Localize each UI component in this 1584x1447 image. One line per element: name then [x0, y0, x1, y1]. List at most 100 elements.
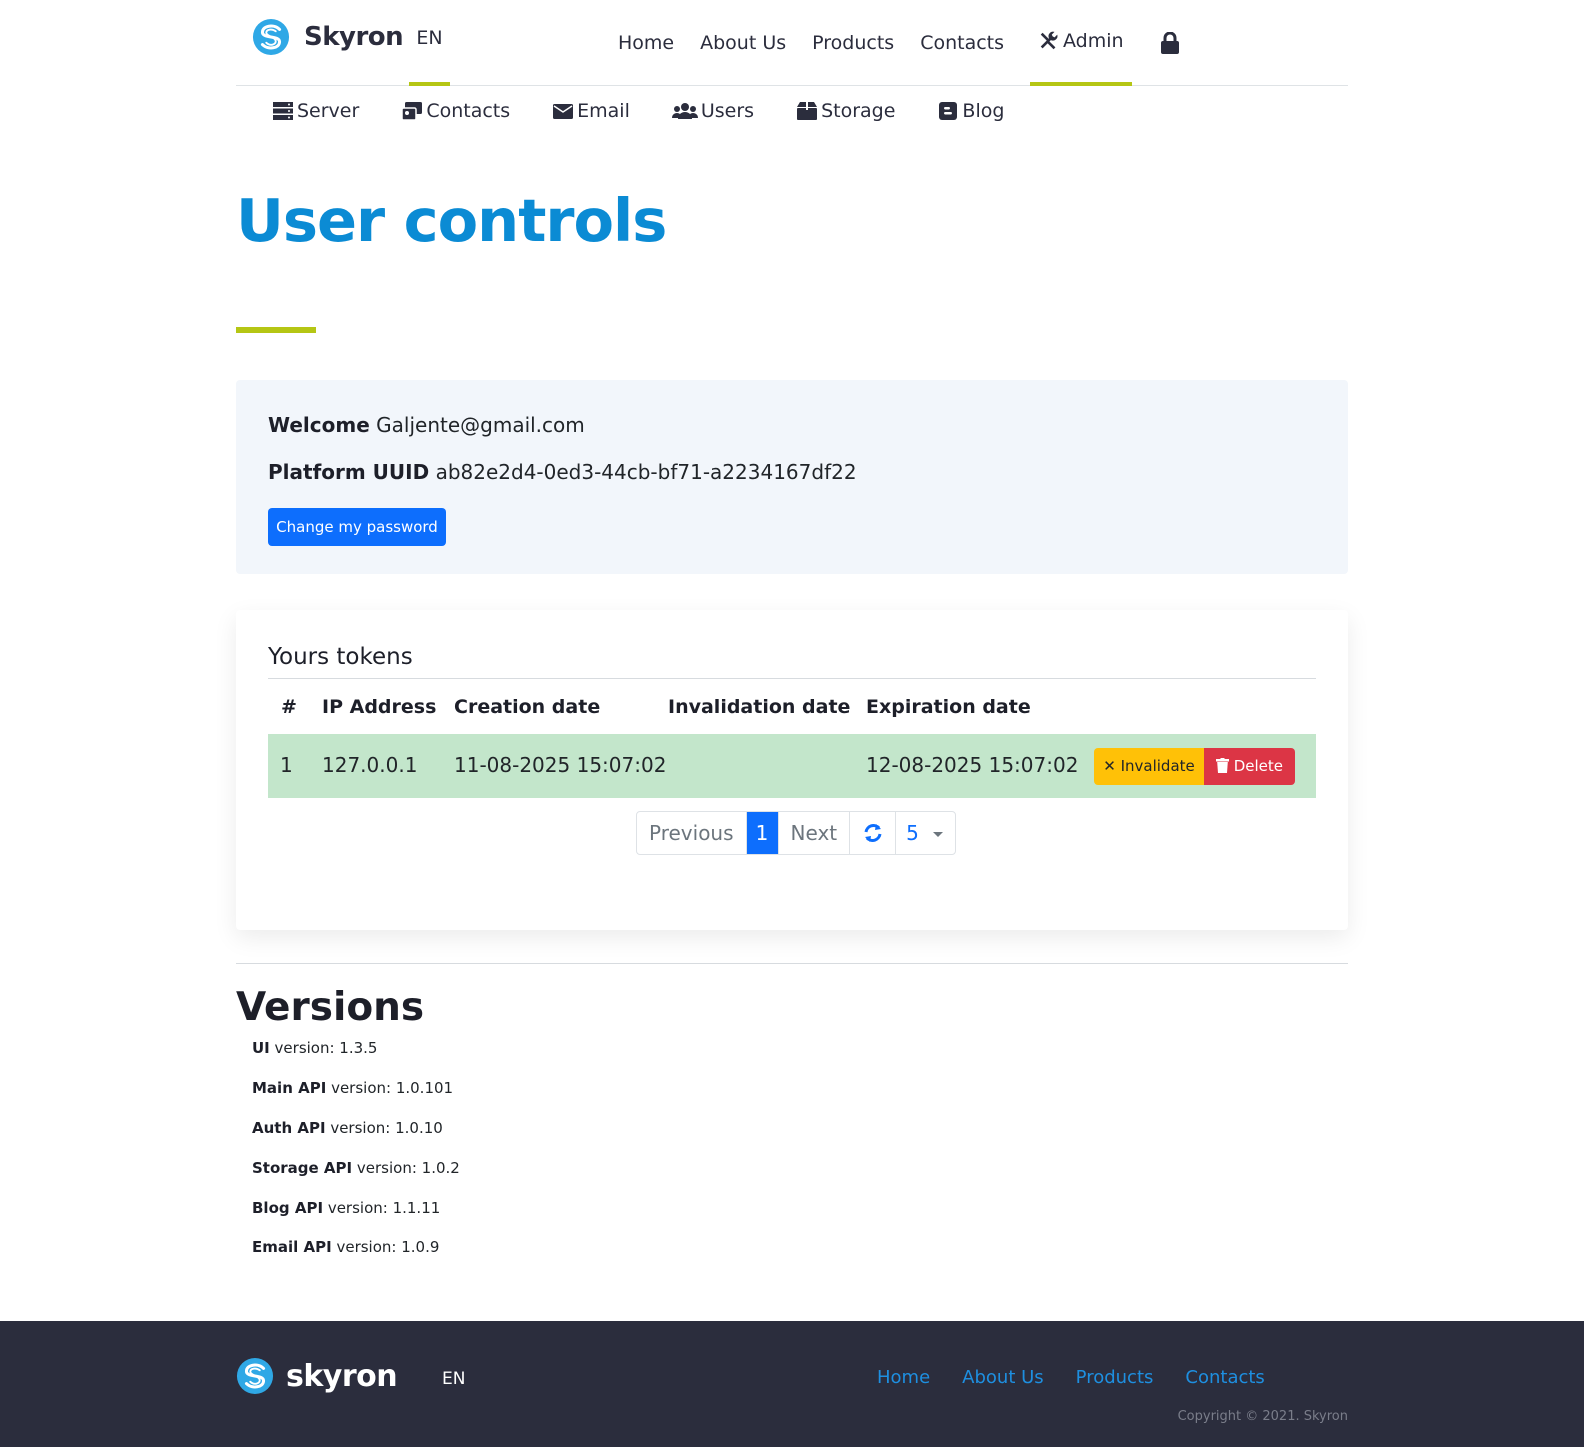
user-email: Galjente@gmail.com [376, 413, 585, 437]
column-header-index: # [281, 696, 297, 718]
subnav-contacts-label: Contacts [426, 100, 511, 122]
token-index: 1 [280, 753, 293, 777]
version-item: Blog API version: 1.1.11 [252, 1199, 440, 1217]
copyright: Copyright © 2021. Skyron [1177, 1409, 1348, 1424]
footer-link-home[interactable]: Home [877, 1367, 930, 1388]
close-icon: ✕ [1103, 757, 1116, 775]
subnav-storage-label: Storage [821, 100, 896, 122]
lock-button[interactable] [1160, 0, 1180, 86]
versions-title: Versions [236, 985, 425, 1030]
delete-button[interactable]: Delete [1204, 748, 1295, 785]
trash-icon [1215, 758, 1229, 773]
tokens-divider [268, 678, 1316, 679]
change-password-button[interactable]: Change my password [268, 508, 446, 546]
skyron-logo-icon [252, 18, 290, 56]
footer-link-products[interactable]: Products [1076, 1367, 1154, 1388]
footer-brand[interactable]: skyron [236, 1357, 398, 1395]
version-item: UI version: 1.3.5 [252, 1039, 377, 1057]
version-text: version: 1.0.10 [330, 1119, 443, 1137]
subnav-users[interactable]: Users [671, 96, 755, 126]
token-expires: 12-08-2025 15:07:02 [866, 753, 1079, 777]
refresh-button[interactable] [850, 812, 897, 854]
welcome-line: Welcome Galjente@gmail.com [268, 413, 585, 437]
caret-down-icon [932, 832, 943, 837]
subnav-email-label: Email [577, 100, 630, 122]
version-text: version: 1.1.11 [327, 1199, 441, 1217]
invalidate-button[interactable]: ✕ Invalidate [1094, 748, 1204, 785]
blogger-icon [939, 102, 958, 120]
welcome-label: Welcome [268, 413, 370, 437]
pagination-previous[interactable]: Previous [637, 812, 747, 854]
subnav-email[interactable]: Email [552, 96, 630, 126]
page-size-value: 5 [906, 821, 919, 845]
version-name: Blog API [252, 1199, 324, 1217]
subnav-blog[interactable]: Blog [937, 96, 1004, 126]
address-card-icon [401, 102, 423, 121]
footer-language[interactable]: EN [442, 1369, 465, 1389]
pagination: Previous 1 Next 5 [636, 811, 957, 855]
version-text: version: 1.0.9 [336, 1238, 440, 1256]
footer-brand-name: skyron [286, 1358, 398, 1394]
page-title: User controls [236, 186, 667, 255]
refresh-icon [864, 824, 882, 842]
nav-home[interactable]: Home [618, 0, 674, 86]
nav-about-us[interactable]: About Us [700, 0, 786, 86]
versions-divider [236, 963, 1348, 964]
version-text: version: 1.3.5 [274, 1039, 378, 1057]
version-name: Email API [252, 1238, 332, 1256]
tools-icon [1040, 31, 1058, 50]
version-text: version: 1.0.2 [356, 1159, 460, 1177]
version-name: Main API [252, 1079, 327, 1097]
language-selector[interactable]: EN [409, 0, 450, 86]
subnav-contacts[interactable]: Contacts [401, 96, 510, 126]
subnav-server[interactable]: Server [272, 96, 359, 126]
footer-link-about-us[interactable]: About Us [962, 1367, 1044, 1388]
box-icon [797, 102, 818, 120]
tokens-card: Yours tokens # IP Address Creation date … [236, 610, 1348, 930]
footer-link-contacts[interactable]: Contacts [1185, 1367, 1264, 1388]
nav-products[interactable]: Products [812, 0, 894, 86]
skyron-logo-icon [236, 1357, 274, 1395]
footer: skyron EN Home About Us Products Contact… [0, 1321, 1584, 1447]
delete-label: Delete [1233, 757, 1284, 775]
subnav-server-label: Server [297, 100, 360, 122]
subnav-storage[interactable]: Storage [796, 96, 895, 126]
title-underline [236, 327, 316, 333]
footer-links: Home About Us Products Contacts [877, 1367, 1297, 1388]
version-item: Main API version: 1.0.101 [252, 1079, 453, 1097]
token-created: 11-08-2025 15:07:02 [454, 753, 667, 777]
lock-icon [1160, 32, 1179, 54]
token-ip: 127.0.0.1 [322, 753, 418, 777]
column-header-expiration: Expiration date [866, 696, 1031, 718]
top-navbar: Skyron EN Home About Us Products Contact… [236, 0, 1348, 86]
envelope-icon [553, 104, 574, 119]
pagination-page-1[interactable]: 1 [746, 812, 779, 854]
subnav-blog-label: Blog [962, 100, 1005, 122]
uuid-line: Platform UUID ab82e2d4-0ed3-44cb-bf71-a2… [268, 460, 857, 484]
server-icon [273, 102, 293, 120]
version-name: Auth API [252, 1119, 326, 1137]
pagination-next[interactable]: Next [779, 812, 851, 854]
welcome-card: Welcome Galjente@gmail.com Platform UUID… [236, 380, 1348, 574]
column-header-ip: IP Address [322, 696, 437, 718]
uuid-label: Platform UUID [268, 460, 430, 484]
platform-uuid: ab82e2d4-0ed3-44cb-bf71-a2234167df22 [435, 460, 857, 484]
page-size-select[interactable]: 5 [896, 812, 955, 854]
users-icon [671, 103, 698, 119]
nav-admin-label: Admin [1063, 30, 1124, 52]
subnav-users-label: Users [700, 100, 755, 122]
tokens-title: Yours tokens [268, 644, 413, 670]
nav-contacts[interactable]: Contacts [920, 0, 1004, 86]
version-name: Storage API [252, 1159, 353, 1177]
version-text: version: 1.0.101 [331, 1079, 454, 1097]
version-item: Auth API version: 1.0.10 [252, 1119, 443, 1137]
version-item: Storage API version: 1.0.2 [252, 1159, 460, 1177]
column-header-creation: Creation date [454, 696, 601, 718]
column-header-invalidation: Invalidation date [668, 696, 851, 718]
version-item: Email API version: 1.0.9 [252, 1238, 439, 1256]
nav-admin[interactable]: Admin [1030, 0, 1132, 86]
brand-name: Skyron [304, 22, 404, 52]
brand[interactable]: Skyron [252, 18, 404, 56]
invalidate-label: Invalidate [1120, 757, 1195, 775]
admin-subnav: Server Contacts Email Users Storage Blog [272, 96, 1046, 126]
